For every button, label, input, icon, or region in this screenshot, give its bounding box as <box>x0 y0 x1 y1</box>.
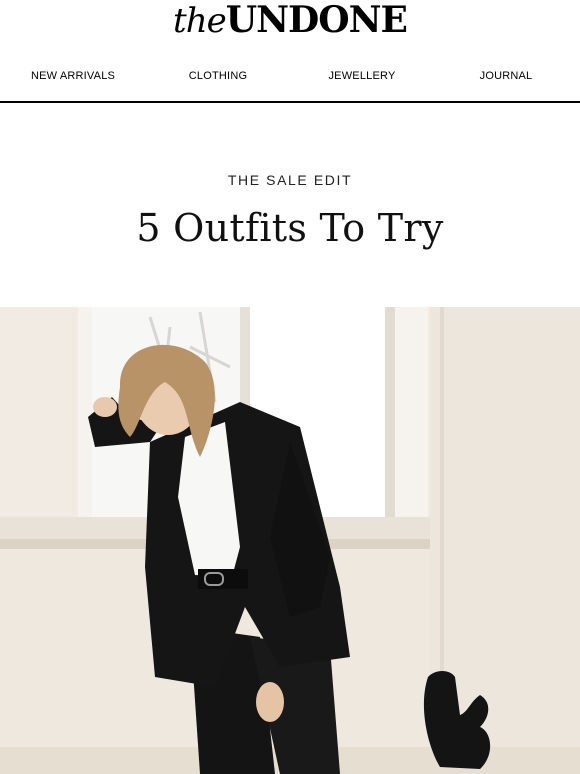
email-header: theUNDONE NEW ARRIVALS CLOTHING JEWELLER… <box>0 0 580 103</box>
header-divider <box>0 101 580 103</box>
brand-logo[interactable]: theUNDONE <box>0 0 580 44</box>
logo-prefix: the <box>173 1 227 41</box>
hero-illustration <box>0 307 580 774</box>
section-title: 5 Outfits To Try <box>136 206 444 250</box>
hero-image[interactable] <box>0 307 580 774</box>
main-nav: NEW ARRIVALS CLOTHING JEWELLERY JOURNAL <box>0 64 580 88</box>
nav-new-arrivals[interactable]: NEW ARRIVALS <box>18 64 128 88</box>
logo-brand: UNDONE <box>225 0 408 41</box>
nav-jewellery[interactable]: JEWELLERY <box>312 64 412 88</box>
section-eyebrow: THE SALE EDIT <box>227 172 353 188</box>
nav-clothing[interactable]: CLOTHING <box>168 64 268 88</box>
nav-journal[interactable]: JOURNAL <box>460 64 552 88</box>
